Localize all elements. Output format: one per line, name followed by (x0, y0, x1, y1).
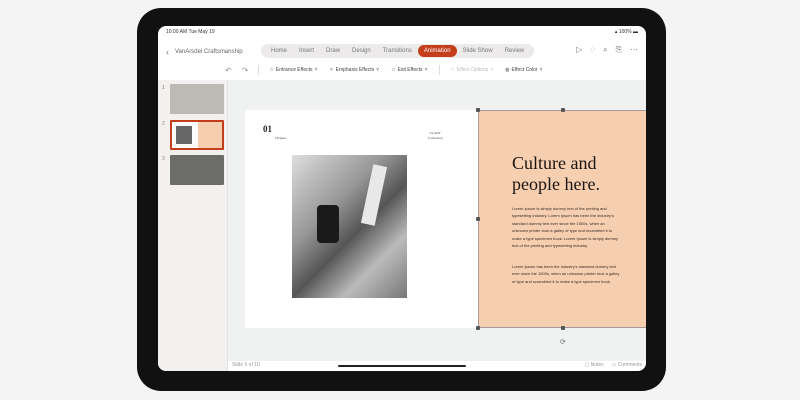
notes-button[interactable]: ▢ Notes (585, 362, 604, 368)
lightbulb-icon[interactable]: ◌ (590, 45, 595, 55)
slide-heading[interactable]: Culture and people here. (512, 153, 646, 195)
text-box-selected[interactable]: Culture and people here. Lorem Ipsum is … (478, 110, 646, 328)
label: Effect Color (511, 67, 538, 73)
date: Tue May 19 (188, 29, 215, 35)
star-icon: ☆ (391, 67, 396, 73)
effect-options-button[interactable]: ☆ Effect Options ˅ (450, 67, 493, 73)
collection-text: Collection (428, 136, 443, 140)
resize-handle[interactable] (476, 108, 480, 112)
tab-home[interactable]: Home (265, 45, 293, 57)
slide-thumbnails: 1 2 3 (158, 80, 228, 371)
tab-review[interactable]: Review (499, 45, 531, 57)
star-icon: ☆ (450, 67, 455, 73)
slide-thumbnail-3[interactable] (170, 155, 224, 185)
palette-icon: ◍ (505, 67, 510, 73)
chapter-label: Chapter (275, 136, 287, 140)
resize-handle[interactable] (561, 108, 565, 112)
tab-draw[interactable]: Draw (320, 45, 346, 57)
tab-animation[interactable]: Animation (417, 45, 457, 57)
time: 10:00 AM (166, 29, 188, 35)
divider (258, 65, 260, 75)
battery-icon: ▬ (633, 29, 638, 35)
undo-icon[interactable]: ↶ (225, 66, 232, 75)
thumb-number: 3 (162, 156, 165, 162)
thumb-number: 1 (162, 85, 165, 91)
chapter-number: 01 (263, 124, 272, 134)
document-title[interactable]: VanArsdel Craftsmanship (175, 49, 243, 55)
wifi-icon: ▴ (614, 29, 618, 35)
thumb-number: 2 (162, 121, 165, 127)
home-indicator (338, 365, 466, 367)
redo-icon[interactable]: ↷ (242, 66, 249, 75)
share-icon[interactable]: ⎘ (616, 45, 622, 55)
label: Emphasis Effects (335, 67, 375, 73)
emphasis-effects-button[interactable]: ✧ Emphasis Effects ˅ (329, 67, 379, 73)
resize-handle[interactable] (561, 326, 565, 330)
resize-handle[interactable] (476, 326, 480, 330)
star-icon: ✧ (329, 67, 334, 73)
slide-canvas: 01 Chapter SLANT Collection Culture and p… (228, 80, 646, 361)
body-paragraph-2[interactable]: Lorem Ipsum has been the industry's stan… (512, 263, 620, 285)
slide-thumbnail-1[interactable] (170, 84, 224, 114)
tab-slide-show[interactable]: Slide Show (457, 45, 499, 57)
label: Effect Options (456, 67, 489, 73)
tab-design[interactable]: Design (346, 45, 377, 57)
label: Entrance Effects (275, 67, 313, 73)
label: Exit Effects (397, 67, 423, 73)
slide-count: Slide 5 of 10 (232, 362, 260, 368)
slide[interactable]: 01 Chapter SLANT Collection Culture and p… (245, 108, 646, 346)
exit-effects-button[interactable]: ☆ Exit Effects ˅ (391, 67, 427, 73)
divider (439, 65, 441, 75)
body-paragraph-1[interactable]: Lorem Ipsum is simply dummy text of the … (512, 205, 620, 249)
notes-label: Notes (590, 362, 604, 368)
star-icon: ☆ (269, 67, 274, 73)
status-bar: 10:00 AM Tue May 19 ▴ 100% ▬ (166, 29, 638, 35)
slide-thumbnail-2[interactable] (170, 120, 224, 150)
tab-transitions[interactable]: Transitions (377, 45, 418, 57)
more-icon[interactable]: ⋯ (630, 45, 638, 55)
app-screen: 10:00 AM Tue May 19 ▴ 100% ▬ ‹ VanArsdel… (158, 26, 646, 371)
search-icon[interactable]: ⌕ (603, 45, 607, 55)
collection-label: SLANT Collection (428, 131, 443, 141)
play-icon[interactable]: ▷ (576, 45, 582, 55)
resize-handle[interactable] (476, 217, 480, 221)
back-icon[interactable]: ‹ (166, 47, 169, 57)
comments-button[interactable]: ▭ Comments (612, 362, 642, 368)
animation-toolbar: ↶ ↷ ☆ Entrance Effects ˅ ✧ Emphasis Effect… (158, 63, 646, 77)
battery: 100% (618, 29, 632, 35)
entrance-effects-button[interactable]: ☆ Entrance Effects ˅ (269, 67, 317, 73)
rotate-handle-icon[interactable]: ⟳ (560, 338, 566, 346)
tab-insert[interactable]: Insert (293, 45, 320, 57)
effect-color-button[interactable]: ◍ Effect Color ˅ (505, 67, 542, 73)
comments-label: Comments (617, 362, 642, 368)
photo-image[interactable] (292, 155, 407, 298)
ribbon-tabs: Home Insert Draw Design Transitions Anim… (261, 44, 535, 58)
